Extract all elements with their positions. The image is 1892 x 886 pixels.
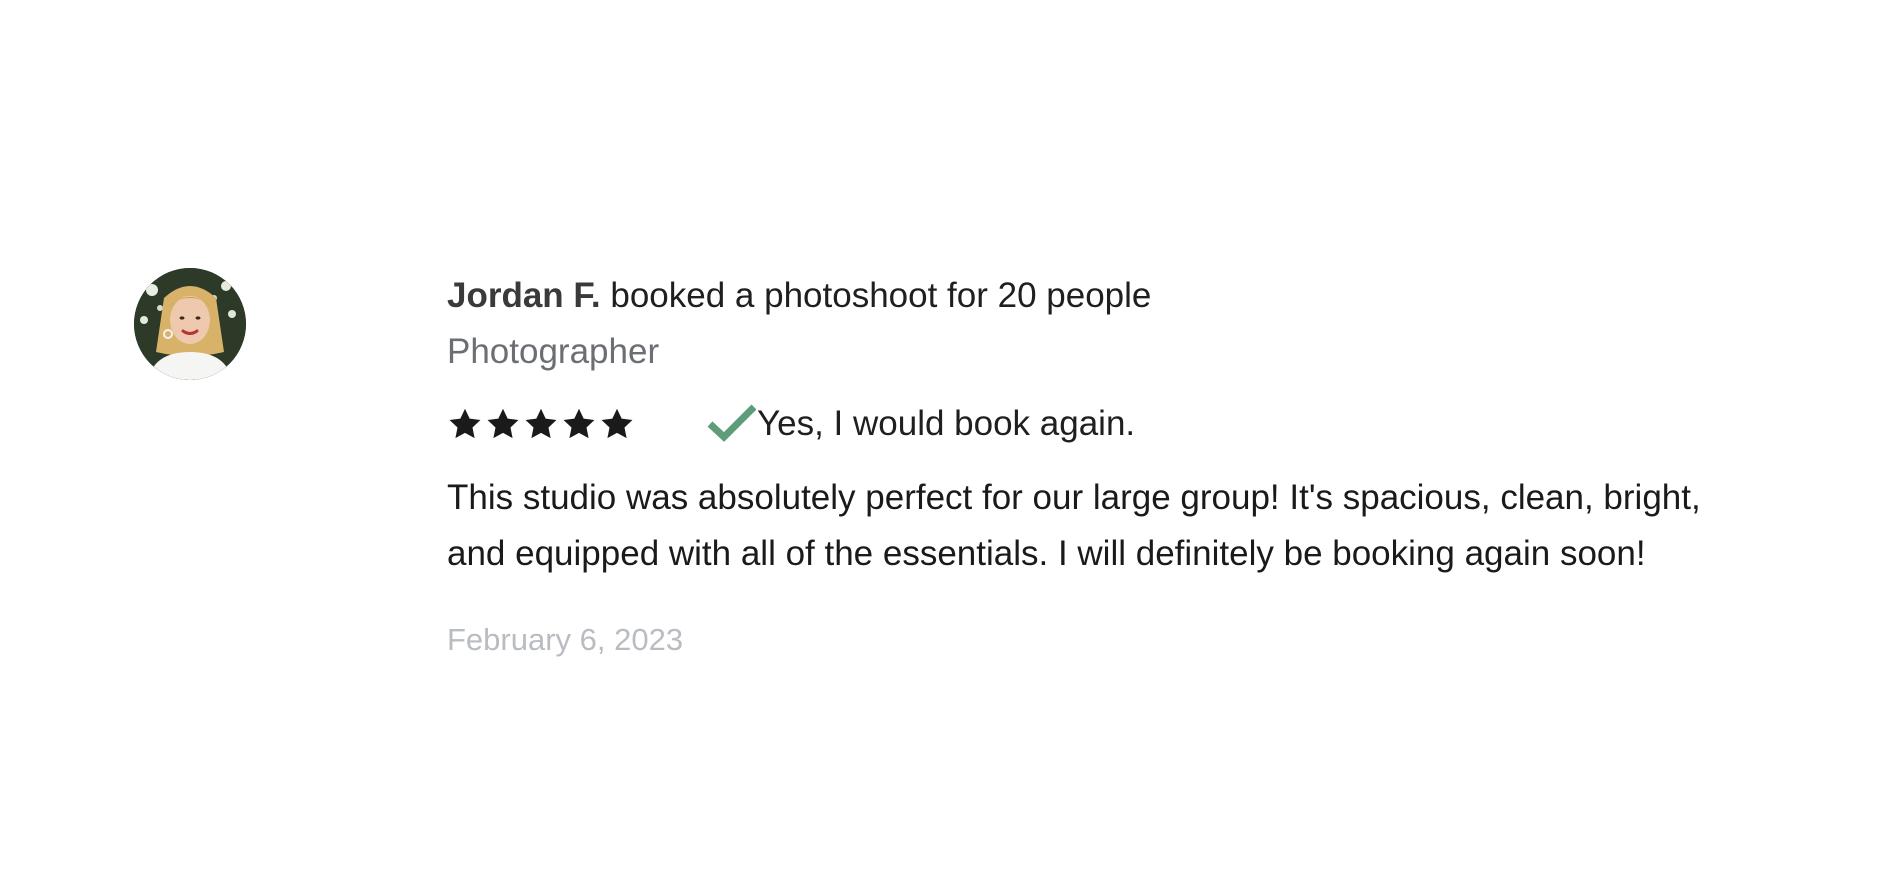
star-icon xyxy=(449,408,481,439)
review-date: February 6, 2023 xyxy=(447,622,684,657)
booking-summary: booked a photoshoot for 20 people xyxy=(600,276,1152,315)
recommendation-text: Yes, I would book again. xyxy=(757,404,1136,443)
star-rating xyxy=(447,406,635,442)
star-icon xyxy=(525,408,557,439)
reviewer-role: Photographer xyxy=(447,332,660,371)
avatar xyxy=(134,268,246,380)
review-body: This studio was absolutely perfect for o… xyxy=(447,478,1701,573)
review-content: Jordan F. booked a photoshoot for 20 peo… xyxy=(447,268,1767,662)
star-icon xyxy=(601,408,633,439)
rating-row: Yes, I would book again. xyxy=(447,398,1767,450)
star-icon xyxy=(563,408,595,439)
reviewer-name[interactable]: Jordan F. xyxy=(447,276,601,315)
avatar-photo xyxy=(134,268,246,380)
check-icon xyxy=(707,404,757,442)
review-headline: Jordan F. booked a photoshoot for 20 peo… xyxy=(447,268,1767,324)
recommendation: Yes, I would book again. xyxy=(707,398,1135,450)
star-icon xyxy=(487,408,519,439)
